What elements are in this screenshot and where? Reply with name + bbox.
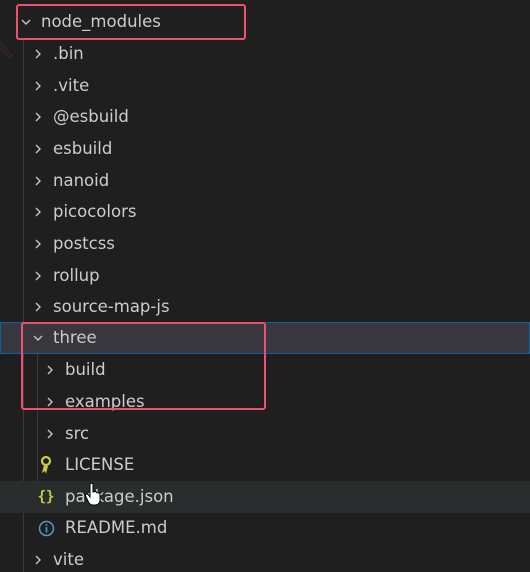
tree-item-label: README.md	[65, 518, 168, 537]
tree-item-bin[interactable]: .bin	[0, 38, 530, 70]
file-explorer-tree: /////// node_modules .bin .vite @esbuild…	[0, 0, 530, 572]
tree-item-label: src	[65, 424, 90, 443]
chevron-down-icon[interactable]	[18, 6, 34, 38]
tree-item-readme[interactable]: README.md	[0, 512, 530, 544]
tree-item-picocolors[interactable]: picocolors	[0, 196, 530, 228]
tree-item-label: .bin	[53, 44, 84, 63]
tree-item-examples[interactable]: examples	[0, 386, 530, 418]
tree-item-build[interactable]: build	[0, 354, 530, 386]
chevron-right-icon[interactable]	[30, 544, 46, 572]
tree-item-label: rollup	[53, 266, 100, 285]
tree-item-label: examples	[65, 392, 145, 411]
chevron-right-icon[interactable]	[30, 101, 46, 133]
tree-item-label: source-map-js	[53, 297, 170, 316]
chevron-right-icon[interactable]	[30, 291, 46, 323]
tree-item-three[interactable]: three	[0, 322, 530, 354]
tree-item-label: three	[53, 328, 97, 347]
tree-item-vite-cache[interactable]: .vite	[0, 70, 530, 102]
tree-item-label: package.json	[65, 487, 174, 506]
license-key-icon	[37, 449, 55, 481]
tree-item-label: picocolors	[53, 202, 137, 221]
chevron-right-icon[interactable]	[30, 133, 46, 165]
tree-item-nanoid[interactable]: nanoid	[0, 165, 530, 197]
tree-item-node-modules[interactable]: node_modules	[0, 6, 530, 38]
chevron-down-icon[interactable]	[30, 322, 46, 354]
tree-item-label: vite	[53, 550, 84, 569]
tree-item-package-json[interactable]: {} package.json	[0, 481, 530, 513]
tree-item-label: postcss	[53, 234, 115, 253]
tree-item-label: build	[65, 360, 106, 379]
tree-item-src[interactable]: src	[0, 418, 530, 450]
info-icon	[37, 512, 55, 544]
mouse-cursor-icon	[84, 482, 101, 506]
chevron-right-icon[interactable]	[42, 386, 58, 418]
tree-item-label: LICENSE	[65, 455, 135, 474]
chevron-right-icon[interactable]	[42, 418, 58, 450]
chevron-right-icon[interactable]	[30, 228, 46, 260]
chevron-right-icon[interactable]	[30, 196, 46, 228]
tree-item-source-map-js[interactable]: source-map-js	[0, 291, 530, 323]
chevron-right-icon[interactable]	[30, 260, 46, 292]
chevron-right-icon[interactable]	[30, 38, 46, 70]
tree-item-esbuild[interactable]: esbuild	[0, 133, 530, 165]
tree-item-license[interactable]: LICENSE	[0, 449, 530, 481]
tree-item-postcss[interactable]: postcss	[0, 228, 530, 260]
tree-item-rollup[interactable]: rollup	[0, 260, 530, 292]
tree-item-label: @esbuild	[53, 107, 129, 126]
chevron-right-icon[interactable]	[42, 354, 58, 386]
tree-item-vite[interactable]: vite	[0, 544, 530, 572]
tree-item-label: .vite	[53, 76, 90, 95]
chevron-right-icon[interactable]	[30, 165, 46, 197]
chevron-right-icon[interactable]	[30, 70, 46, 102]
json-braces-icon: {}	[37, 489, 55, 505]
tree-item-label: nanoid	[53, 171, 110, 190]
tree-item-at-esbuild[interactable]: @esbuild	[0, 101, 530, 133]
tree-item-label: esbuild	[53, 139, 113, 158]
tree-item-label: node_modules	[41, 12, 161, 31]
